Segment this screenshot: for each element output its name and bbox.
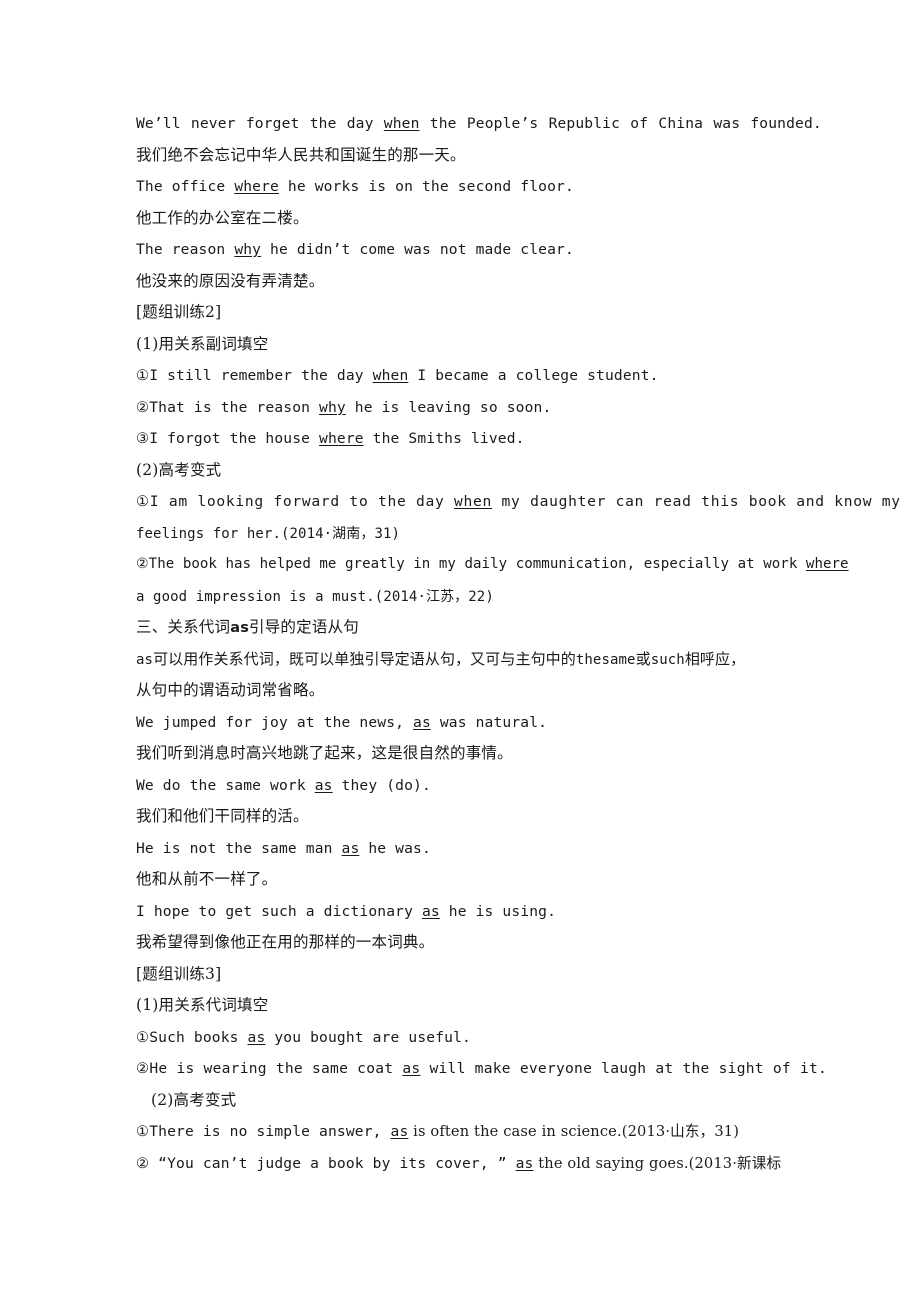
text-run: he is leaving so soon. — [345, 398, 552, 416]
text-run: my daughter can read this book and know … — [492, 493, 901, 510]
relative-word-underlined: where — [805, 556, 849, 572]
as-explanation-part2: 或 — [635, 649, 651, 668]
document-body: We’ll never forget the day when the People’s Rep… — [136, 108, 900, 1180]
exercise-2-2-1-line2-text: feelings for her.(2014·湖南，31) — [136, 525, 401, 542]
text-run: ①I still remember the day — [136, 367, 373, 384]
text-run: I hope to get such a dictionary — [136, 902, 422, 920]
text-run: The reason — [136, 241, 235, 258]
text-run: ②The book has helped me greatly in my da… — [136, 556, 806, 572]
relative-word-underlined: as — [421, 902, 440, 920]
section-heading-text-part2: 引导的定语从句 — [249, 618, 359, 636]
exercise-3-1-1: ①Such books as you bought are useful. — [136, 1022, 822, 1054]
text-run: ①I am looking forward to the day — [136, 493, 455, 510]
relative-word-underlined: why — [234, 241, 262, 258]
relative-word-underlined: as — [247, 1028, 266, 1046]
document-page: We’ll never forget the day when the People’s Rep… — [0, 0, 920, 1302]
text-run: was natural. — [430, 713, 548, 731]
example-as-natural: We jumped for joy at the news, as was na… — [136, 707, 822, 739]
exercise-3-2-1: ①There is no simple answer, as is often … — [136, 1116, 822, 1148]
text-run: We do the same work — [136, 776, 315, 794]
text-run: he works is on the second floor. — [279, 178, 574, 195]
translation-why-reason: 他没来的原因没有弄清楚。 — [136, 271, 325, 290]
relative-word-underlined: why — [319, 398, 346, 416]
text-run: will make everyone laugh at the sight of… — [420, 1060, 828, 1077]
text-run: they (do). — [332, 776, 431, 794]
example-as-same-work: We do the same work as they (do). — [136, 770, 822, 802]
text-run: he didn’t come was not made clear. — [261, 241, 574, 258]
translation-as-same-man: 他和从前不一样了。 — [136, 870, 278, 888]
text-run: ②He is wearing the same coat — [136, 1060, 403, 1077]
text-run: ①Such books — [136, 1028, 248, 1046]
section-heading-as-relative-pronoun: 三、关系代词as引导的定语从句 — [136, 612, 822, 644]
section-heading-text-part1: 三、关系代词 — [136, 618, 231, 636]
example-as-such-dictionary: I hope to get such a dictionary as he is… — [136, 896, 822, 928]
exercise-2-1-2: ②That is the reason why he is leaving so… — [136, 392, 822, 424]
relative-word-underlined: when — [454, 493, 493, 510]
section-heading-as-keyword: as — [230, 620, 250, 636]
relative-word-underlined: when — [372, 367, 409, 384]
translation-where-office: 他工作的办公室在二楼。 — [136, 208, 309, 227]
exercise-2-1-3: ③I forgot the house where the Smiths liv… — [136, 423, 822, 455]
text-run: The office — [136, 178, 235, 195]
example-when-peoples-republic: We’ll never forget the day when the People’s Rep… — [136, 115, 822, 132]
text-run: I became a college student. — [408, 367, 659, 384]
as-keyword-inline: as — [136, 651, 154, 668]
translation-as-natural: 我们听到消息时高兴地跳了起来，这是很自然的事情。 — [136, 744, 513, 762]
exercise-2-2-2-line2-text: a good impression is a must.(2014·江苏，22) — [136, 588, 494, 605]
text-run: you bought are useful. — [265, 1028, 471, 1046]
subsection-1-relative-adverbs-fill: (1)用关系副词填空 — [136, 334, 269, 353]
exercise-group-3-heading: [题组训练3] — [136, 964, 222, 983]
relative-word-underlined: as — [413, 713, 431, 731]
as-explanation-part1: 可以用作关系代词，既可以单独引导定语从句，又可与主句中的 — [153, 649, 576, 668]
text-run: ①There is no simple answer, — [136, 1123, 391, 1140]
exercise-2-2-2-line1: ②The book has helped me greatly in my da… — [136, 549, 849, 581]
such-keyword-inline: such — [650, 651, 685, 668]
text-run: the old saying goes.(2013·新课标 — [533, 1154, 782, 1172]
subsection-2-gaokao-variants: (2)高考变式 — [136, 460, 222, 479]
exercise-2-2-2-line2: a good impression is a must.(2014·江苏，22) — [136, 581, 822, 613]
text-run: ②That is the reason — [136, 398, 320, 416]
text-run: is often the case in science.(2013·山东，31… — [408, 1123, 740, 1140]
as-explanation-part3: 相呼应， — [684, 649, 746, 668]
text-run: ② “You can’t judge a book by its cover, … — [136, 1154, 516, 1172]
relative-word-underlined: as — [402, 1060, 421, 1077]
exercise-group-2-heading: [题组训练2] — [136, 303, 222, 321]
example-where-office: The office where he works is on the seco… — [136, 171, 822, 203]
exercise-3-2-2: ② “You can’t judge a book by its cover, … — [136, 1148, 822, 1180]
as-explanation-line1: as可以用作关系代词，既可以单独引导定语从句，又可与主句中的thesame或su… — [136, 644, 822, 676]
relative-word-underlined: where — [319, 430, 364, 447]
translation-as-such-dictionary: 我希望得到像他正在用的那样的一本词典。 — [136, 933, 435, 951]
translation-when-peoples-republic: 我们绝不会忘记中华人民共和国诞生的那一天。 — [136, 145, 466, 164]
text-run: he was. — [359, 839, 431, 857]
relative-word-underlined: where — [234, 178, 279, 195]
exercise-2-2-1-line2: feelings for her.(2014·湖南，31) — [136, 518, 822, 550]
exercise-3-1-2: ②He is wearing the same coat as will mak… — [136, 1053, 827, 1085]
subsection-3-1-relative-pronouns-fill: (1)用关系代词填空 — [136, 996, 269, 1014]
exercise-2-2-1-line1: ①I am looking forward to the day when my… — [136, 486, 900, 518]
as-explanation-line2: 从句中的谓语动词常省略。 — [136, 681, 325, 699]
example-as-same-man: He is not the same man as he was. — [136, 833, 822, 865]
text-run: he is using. — [439, 902, 557, 920]
relative-word-underlined: as — [314, 776, 333, 794]
relative-word-underlined: as — [390, 1123, 409, 1140]
exercise-2-1-1: ①I still remember the day when I became … — [136, 360, 822, 392]
text-run: ③I forgot the house — [136, 430, 320, 447]
thesame-keyword-inline: thesame — [575, 651, 636, 668]
text-run: He is not the same man — [136, 839, 342, 857]
example-why-reason: The reason why he didn’t come was not ma… — [136, 234, 822, 266]
relative-word-underlined: as — [515, 1154, 534, 1172]
translation-as-same-work: 我们和他们干同样的活。 — [136, 807, 309, 825]
text-run: the Smiths lived. — [363, 430, 525, 447]
subsection-3-2-gaokao-variants: (2)高考变式 — [151, 1090, 237, 1109]
relative-word-underlined: as — [341, 839, 360, 857]
text-run: We jumped for joy at the news, — [136, 713, 414, 731]
